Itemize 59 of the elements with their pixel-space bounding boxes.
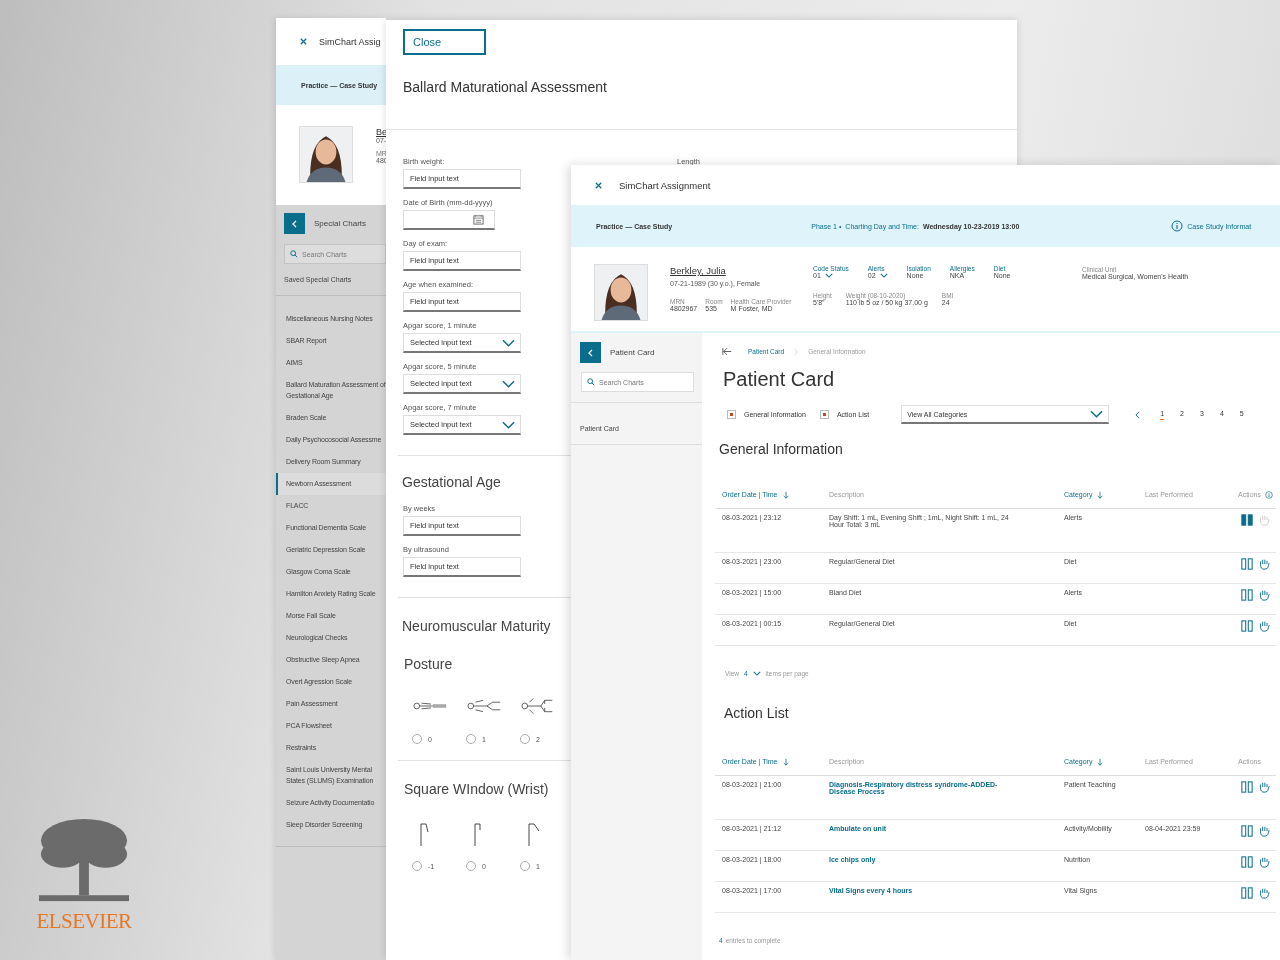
nav-title: Special Charts [314, 219, 367, 228]
arrow-down-icon[interactable] [1096, 757, 1105, 766]
hand-icon[interactable] [1258, 620, 1270, 632]
subsection-title: Posture [404, 656, 454, 672]
back-button[interactable] [580, 342, 601, 363]
pause-icon[interactable] [1241, 825, 1253, 837]
info-icon[interactable] [1171, 220, 1184, 232]
patient-name[interactable]: Berkley, Julia [670, 265, 790, 276]
search-icon [587, 378, 595, 386]
chevron-down-icon[interactable] [752, 671, 761, 676]
logo-wordmark: ELSEVIER [36, 909, 132, 934]
section-title: Gestational Age [402, 474, 502, 490]
section-title: General Information [719, 441, 844, 457]
back-arrow-icon[interactable] [722, 347, 732, 356]
close-button[interactable]: Close [403, 29, 486, 55]
checkbox[interactable] [727, 410, 736, 419]
pause-icon[interactable] [1241, 589, 1253, 601]
hand-icon[interactable] [1258, 825, 1270, 837]
arrow-down-icon[interactable] [1096, 490, 1105, 499]
chevron-down-icon[interactable] [824, 273, 833, 278]
pause-icon[interactable] [1241, 781, 1253, 793]
pause-icon[interactable] [1241, 887, 1253, 899]
wrist-angle-icon [528, 823, 540, 847]
chevron-right-icon [794, 348, 799, 355]
chevron-left-icon[interactable] [1135, 410, 1141, 419]
close-icon[interactable] [594, 180, 603, 190]
window-title: SimChart Assignment [619, 179, 711, 191]
hand-icon[interactable] [1258, 558, 1270, 570]
subsection-title: Square WIndow (Wrist) [404, 781, 550, 797]
arrow-down-icon[interactable] [781, 757, 790, 766]
pause-icon[interactable] [1241, 514, 1253, 526]
nav-title: Patient Card [610, 348, 655, 357]
date-field[interactable] [403, 210, 495, 230]
chevron-down-icon [502, 379, 515, 388]
pause-icon[interactable] [1241, 620, 1253, 632]
section-title: Action List [724, 705, 790, 721]
hand-icon[interactable] [1258, 856, 1270, 868]
hand-icon[interactable] [1258, 589, 1270, 601]
chevron-down-icon [502, 338, 515, 347]
chevron-down-icon[interactable] [879, 273, 888, 278]
info-icon[interactable] [1264, 490, 1273, 499]
wrist-angle-icon [420, 823, 432, 847]
hand-icon[interactable] [1258, 781, 1270, 793]
search-icon [290, 250, 298, 258]
chevron-down-icon [502, 420, 515, 429]
close-icon[interactable] [299, 37, 308, 46]
hand-icon[interactable] [1258, 887, 1270, 899]
section-title: Neuromuscular Maturity [402, 618, 552, 634]
checkbox[interactable] [819, 410, 829, 419]
pause-icon[interactable] [1241, 558, 1253, 570]
arrow-down-icon[interactable] [781, 490, 790, 499]
back-button[interactable] [284, 213, 305, 234]
panel-title: Ballard Maturational Assessment [403, 79, 608, 95]
window-title: SimChart Assig [319, 36, 381, 47]
patient-name: Be [376, 127, 388, 137]
pause-icon[interactable] [1241, 856, 1253, 868]
chevron-down-icon [1090, 410, 1104, 418]
page-title: Patient Card [723, 368, 836, 391]
calendar-icon [473, 214, 484, 225]
